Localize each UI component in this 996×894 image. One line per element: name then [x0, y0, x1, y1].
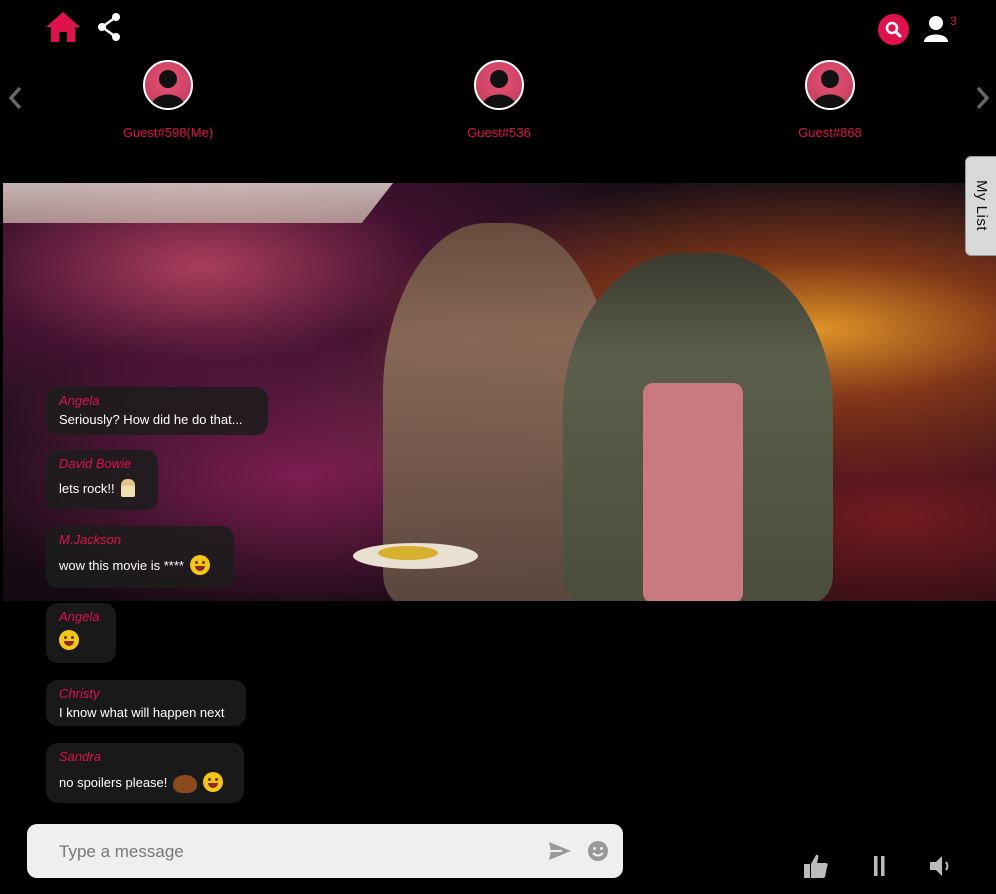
chat-author: M.Jackson — [59, 532, 122, 547]
user-silhouette-icon — [151, 70, 185, 108]
chat-author: Angela — [59, 609, 100, 624]
guest-card[interactable]: Guest#868 — [750, 60, 910, 140]
chevron-right-icon — [976, 86, 990, 110]
avatar — [474, 60, 524, 110]
video-frame-detail — [3, 183, 393, 223]
message-input[interactable] — [57, 838, 531, 866]
tongue-emoji-icon — [190, 555, 210, 575]
chat-message: M.Jackson wow this movie is **** — [46, 526, 234, 588]
chat-author: David Bowie — [59, 456, 132, 471]
video-frame-detail — [353, 543, 478, 569]
chat-author: Christy — [59, 686, 100, 701]
next-guests-arrow[interactable] — [970, 84, 994, 112]
user-icon[interactable] — [922, 14, 950, 44]
chat-text: no spoilers please! — [59, 774, 168, 790]
user-silhouette-icon — [482, 70, 516, 108]
poo-emoji-icon — [173, 775, 198, 793]
message-composer — [27, 824, 623, 878]
send-icon[interactable] — [548, 840, 572, 862]
chat-author: Sandra — [59, 749, 101, 764]
guest-card[interactable]: Guest#536 — [419, 60, 579, 140]
thumbs-up-icon[interactable] — [803, 852, 829, 880]
guest-name: Guest#868 — [798, 125, 862, 140]
share-icon[interactable] — [95, 12, 123, 42]
viewer-count-badge: 3 — [950, 14, 957, 28]
pause-icon[interactable] — [866, 852, 892, 880]
chat-text: wow this movie is **** — [59, 557, 184, 573]
guest-card[interactable]: Guest#598(Me) — [88, 60, 248, 140]
prev-guests-arrow[interactable] — [4, 84, 28, 112]
chat-text: Seriously? How did he do that... — [59, 412, 243, 427]
avatar — [805, 60, 855, 110]
chat-text: lets rock!! — [59, 480, 115, 496]
guest-name: Guest#536 — [467, 125, 531, 140]
chat-message: Sandra no spoilers please! — [46, 743, 244, 803]
volume-icon[interactable] — [928, 852, 954, 880]
dancer-emoji-icon — [120, 479, 135, 497]
video-frame-detail — [643, 383, 743, 601]
home-icon[interactable] — [44, 10, 82, 44]
search-button[interactable] — [878, 14, 909, 45]
guest-name: Guest#598(Me) — [122, 125, 214, 140]
chat-message: Angela — [46, 603, 116, 663]
laughing-emoji-icon — [59, 630, 79, 650]
chat-message: Christy I know what will happen next — [46, 680, 246, 726]
my-list-label: My List — [973, 180, 990, 232]
search-icon — [885, 21, 902, 38]
chat-author: Angela — [59, 393, 100, 408]
grimace-emoji-icon — [203, 772, 224, 792]
chat-text: I know what will happen next — [59, 705, 225, 720]
my-list-tab[interactable]: My List — [965, 156, 996, 256]
smile-icon[interactable] — [587, 840, 609, 862]
chat-message: Angela Seriously? How did he do that... — [46, 387, 268, 435]
chevron-left-icon — [8, 86, 22, 110]
avatar — [143, 60, 193, 110]
chat-message: David Bowie lets rock!! — [46, 450, 158, 510]
user-silhouette-icon — [813, 70, 847, 108]
